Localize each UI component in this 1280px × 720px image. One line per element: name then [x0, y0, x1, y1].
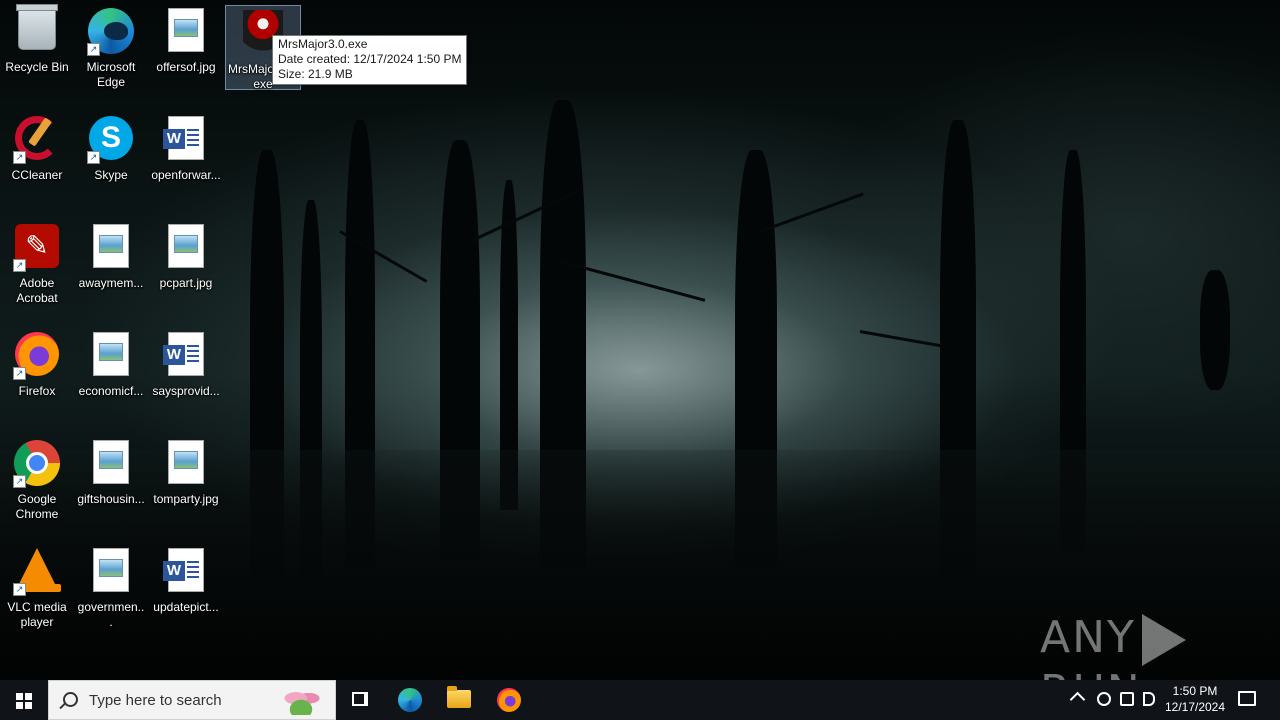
- desktop-icon-label: Recycle Bin: [5, 60, 69, 74]
- image-file-icon: [162, 8, 210, 56]
- shortcut-arrow-icon: ↗: [13, 367, 26, 380]
- desktop-icon-label: Microsoft Edge: [86, 60, 136, 89]
- notification-center-icon[interactable]: [1238, 691, 1256, 706]
- desktop-icon-label: giftshousin...: [77, 492, 145, 506]
- image-file-icon: [87, 332, 135, 380]
- desktop-icon-ccleaner[interactable]: ↗ CCleaner: [0, 112, 74, 196]
- desktop-icon-label: updatepict...: [153, 600, 219, 614]
- word-doc-icon: W: [162, 548, 210, 596]
- shortcut-arrow-icon: ↗: [13, 475, 26, 488]
- tooltip-date-created: Date created: 12/17/2024 1:50 PM: [278, 52, 462, 66]
- start-button[interactable]: [0, 680, 48, 720]
- desktop-icon-economicf[interactable]: economicf...: [74, 328, 148, 412]
- file-info-tooltip: MrsMajor3.0.exe Date created: 12/17/2024…: [272, 35, 468, 85]
- task-view-button[interactable]: [336, 680, 384, 720]
- shortcut-arrow-icon: ↗: [87, 43, 100, 56]
- taskbar-file-explorer-button[interactable]: [435, 680, 483, 720]
- taskbar: Type here to search 1:50 PM 12/17/2024: [0, 680, 1280, 720]
- task-view-icon: [352, 692, 368, 706]
- desktop-icon-label: governmen...: [77, 600, 145, 629]
- desktop-icon-openforwar[interactable]: W openforwar...: [149, 112, 223, 196]
- desktop-icon-label: economicf...: [78, 384, 144, 398]
- show-hidden-icons-chevron-icon[interactable]: [1069, 691, 1086, 708]
- desktop-icon-vlc[interactable]: ↗ VLC media player: [0, 544, 74, 629]
- desktop-icon-offersof[interactable]: offersof.jpg: [149, 4, 223, 88]
- chrome-icon: ↗: [13, 440, 61, 488]
- desktop-icon-google-chrome[interactable]: ↗ Google Chrome: [0, 436, 74, 521]
- desktop-icon-label: Firefox: [18, 384, 56, 398]
- play-icon: [1141, 614, 1186, 666]
- search-placeholder: Type here to search: [89, 692, 222, 709]
- volume-icon[interactable]: [1143, 692, 1155, 706]
- desktop-icon-pcpart[interactable]: pcpart.jpg: [149, 220, 223, 304]
- word-doc-icon: W: [162, 332, 210, 380]
- desktop-icon-label: offersof.jpg: [156, 60, 216, 74]
- watermark-left-text: ANY: [1040, 612, 1136, 663]
- network-icon[interactable]: [1120, 692, 1134, 706]
- desktop-icon-label: Skype: [94, 168, 128, 182]
- desktop-icon-label: pcpart.jpg: [159, 276, 213, 290]
- watermark-right-text: RUN: [1040, 666, 1142, 680]
- desktop-icon-adobe-acrobat[interactable]: ✎ ↗ Adobe Acrobat: [0, 220, 74, 305]
- desktop-icon-governmen[interactable]: governmen...: [74, 544, 148, 629]
- desktop-icon-microsoft-edge[interactable]: ↗ Microsoft Edge: [74, 4, 148, 89]
- desktop-icon-skype[interactable]: S ↗ Skype: [74, 112, 148, 196]
- desktop[interactable]: Recycle Bin ↗ CCleaner ✎ ↗ Adobe Acrobat …: [0, 0, 1280, 680]
- folder-icon: [447, 686, 471, 708]
- desktop-icon-updatepict[interactable]: W updatepict...: [149, 544, 223, 628]
- image-file-icon: [87, 548, 135, 596]
- shortcut-arrow-icon: ↗: [13, 583, 26, 596]
- taskbar-edge-button[interactable]: [386, 680, 434, 720]
- taskbar-firefox-button[interactable]: [485, 680, 533, 720]
- desktop-icon-label: tomparty.jpg: [153, 492, 219, 506]
- desktop-icon-label: saysprovid...: [152, 384, 220, 398]
- desktop-icon-awaymem[interactable]: awaymem...: [74, 220, 148, 304]
- tooltip-size: Size: 21.9 MB: [278, 67, 353, 81]
- clock-date: 12/17/2024: [1164, 700, 1226, 714]
- desktop-icon-tomparty[interactable]: tomparty.jpg: [149, 436, 223, 520]
- windows-logo-icon: [16, 693, 32, 709]
- image-file-icon: [87, 224, 135, 272]
- desktop-icon-firefox[interactable]: ↗ Firefox: [0, 328, 74, 412]
- taskbar-clock[interactable]: 1:50 PM 12/17/2024: [1160, 683, 1230, 715]
- tooltip-filename: MrsMajor3.0.exe: [278, 37, 368, 51]
- recycle-bin-icon: [13, 4, 61, 56]
- firefox-icon: ↗: [13, 332, 61, 380]
- desktop-icon-label: Adobe Acrobat: [16, 276, 58, 305]
- desktop-icon-label: Google Chrome: [15, 492, 59, 521]
- meet-now-icon[interactable]: [1097, 692, 1111, 706]
- desktop-icon-label: VLC media player: [7, 600, 67, 629]
- clock-time: 1:50 PM: [1172, 684, 1218, 698]
- anyrun-watermark: ANY RUN: [1040, 612, 1280, 680]
- shortcut-arrow-icon: ↗: [13, 151, 26, 164]
- desktop-icon-saysprovid[interactable]: W saysprovid...: [149, 328, 223, 412]
- desktop-icon-giftshousin[interactable]: giftshousin...: [74, 436, 148, 520]
- search-highlight-lotus-icon: [275, 687, 327, 715]
- desktop-icon-label: awaymem...: [78, 276, 144, 290]
- edge-icon: ↗: [87, 8, 135, 56]
- taskbar-search-box[interactable]: Type here to search: [48, 680, 336, 720]
- skype-icon: S ↗: [87, 116, 135, 164]
- desktop-icon-label: openforwar...: [151, 168, 221, 182]
- image-file-icon: [162, 440, 210, 488]
- shortcut-arrow-icon: ↗: [13, 259, 26, 272]
- search-icon: [63, 692, 78, 707]
- desktop-icon-label: CCleaner: [11, 168, 63, 182]
- acrobat-icon: ✎ ↗: [13, 224, 61, 272]
- shortcut-arrow-icon: ↗: [87, 151, 100, 164]
- firefox-icon: [497, 688, 521, 712]
- vlc-icon: ↗: [13, 548, 61, 596]
- ccleaner-icon: ↗: [13, 116, 61, 164]
- desktop-icon-recycle-bin[interactable]: Recycle Bin: [0, 4, 74, 88]
- word-doc-icon: W: [162, 116, 210, 164]
- edge-icon: [398, 688, 422, 712]
- image-file-icon: [162, 224, 210, 272]
- image-file-icon: [87, 440, 135, 488]
